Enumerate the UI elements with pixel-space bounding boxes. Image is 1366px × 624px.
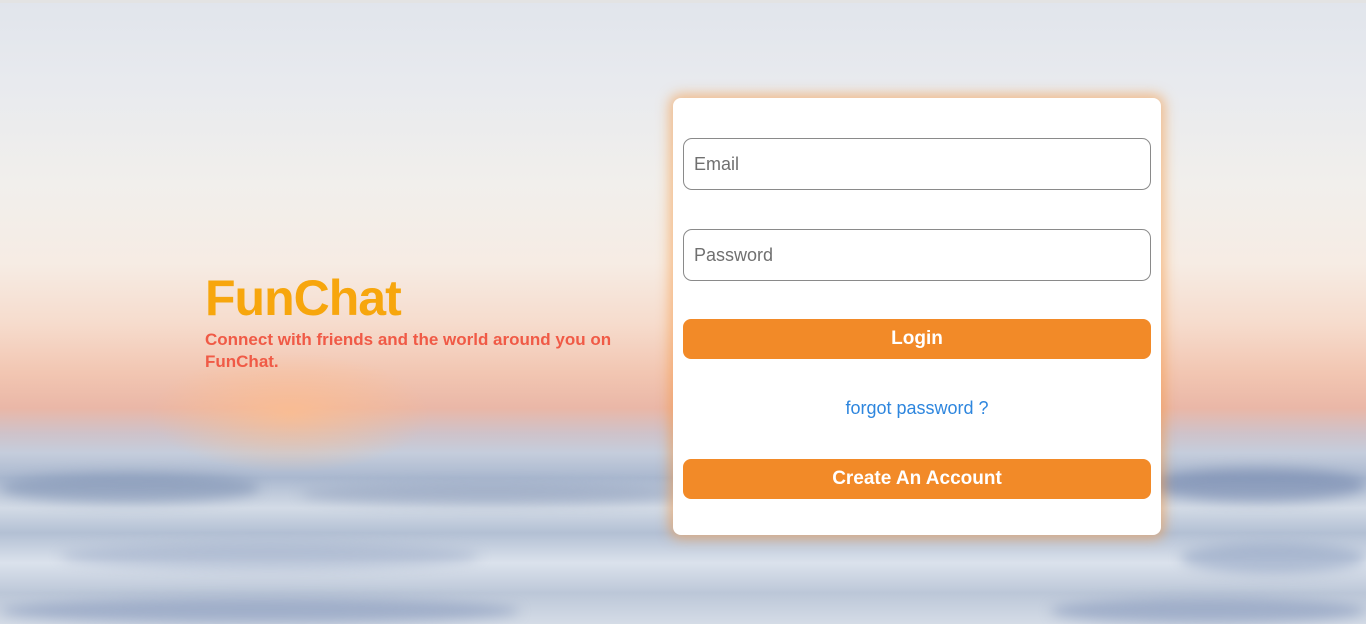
brand-title: FunChat xyxy=(205,270,402,326)
login-page: FunChat Connect with friends and the wor… xyxy=(0,0,1366,624)
login-card: Login forgot password ? Create An Accoun… xyxy=(673,98,1161,535)
forgot-password-link[interactable]: forgot password ? xyxy=(673,398,1161,419)
water-wave xyxy=(0,598,520,624)
water-wave xyxy=(300,483,680,505)
water-wave xyxy=(1150,468,1366,502)
login-button[interactable]: Login xyxy=(683,319,1151,359)
password-field[interactable] xyxy=(683,229,1151,281)
email-field[interactable] xyxy=(683,138,1151,190)
brand-tagline: Connect with friends and the world aroun… xyxy=(205,330,612,371)
water-wave xyxy=(0,473,260,503)
brand-section: FunChat Connect with friends and the wor… xyxy=(205,269,625,373)
water-wave xyxy=(1050,598,1366,624)
water-wave xyxy=(60,543,480,569)
create-account-button[interactable]: Create An Account xyxy=(683,459,1151,499)
water-wave xyxy=(1180,543,1366,573)
